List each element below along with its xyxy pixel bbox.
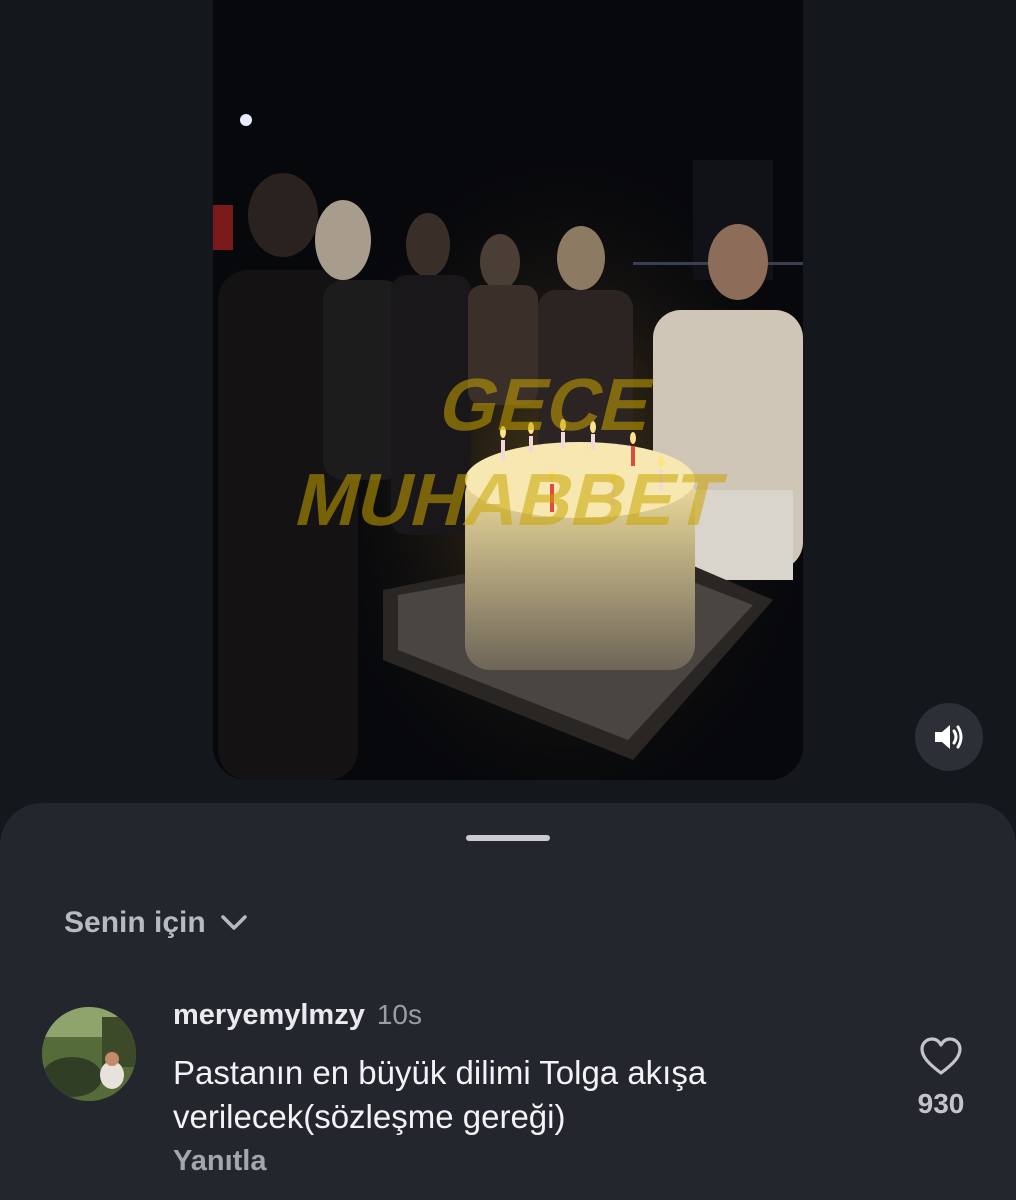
heart-outline-icon [920, 1037, 962, 1075]
comment-filter-label: Senin için [64, 906, 206, 939]
sheet-drag-handle[interactable] [466, 835, 550, 841]
avatar[interactable] [42, 1007, 136, 1101]
comments-sheet: Senin için meryemylmzy 10s Pastanın en b… [0, 803, 1016, 1200]
watermark-line-2: MUHABBET [288, 458, 732, 541]
comment-filter-dropdown[interactable]: Senin için [64, 906, 248, 940]
video-frame: GECE MUHABBET [213, 0, 803, 780]
watermark-line-1: GECE [432, 363, 662, 446]
sound-button[interactable] [915, 703, 983, 771]
speaker-icon [935, 725, 963, 749]
comment-timestamp: 10s [376, 999, 422, 1030]
reply-button[interactable]: Yanıtla [173, 1145, 267, 1178]
video-player[interactable]: GECE MUHABBET [213, 0, 803, 780]
comment-username[interactable]: meryemylmzy [173, 999, 365, 1032]
chevron-down-icon [220, 914, 248, 932]
like-count: 930 [917, 1088, 965, 1119]
comment-text: Pastanın en büyük dilimi Tolga akışa ver… [173, 1054, 707, 1135]
like-button[interactable]: 930 [908, 1037, 974, 1120]
